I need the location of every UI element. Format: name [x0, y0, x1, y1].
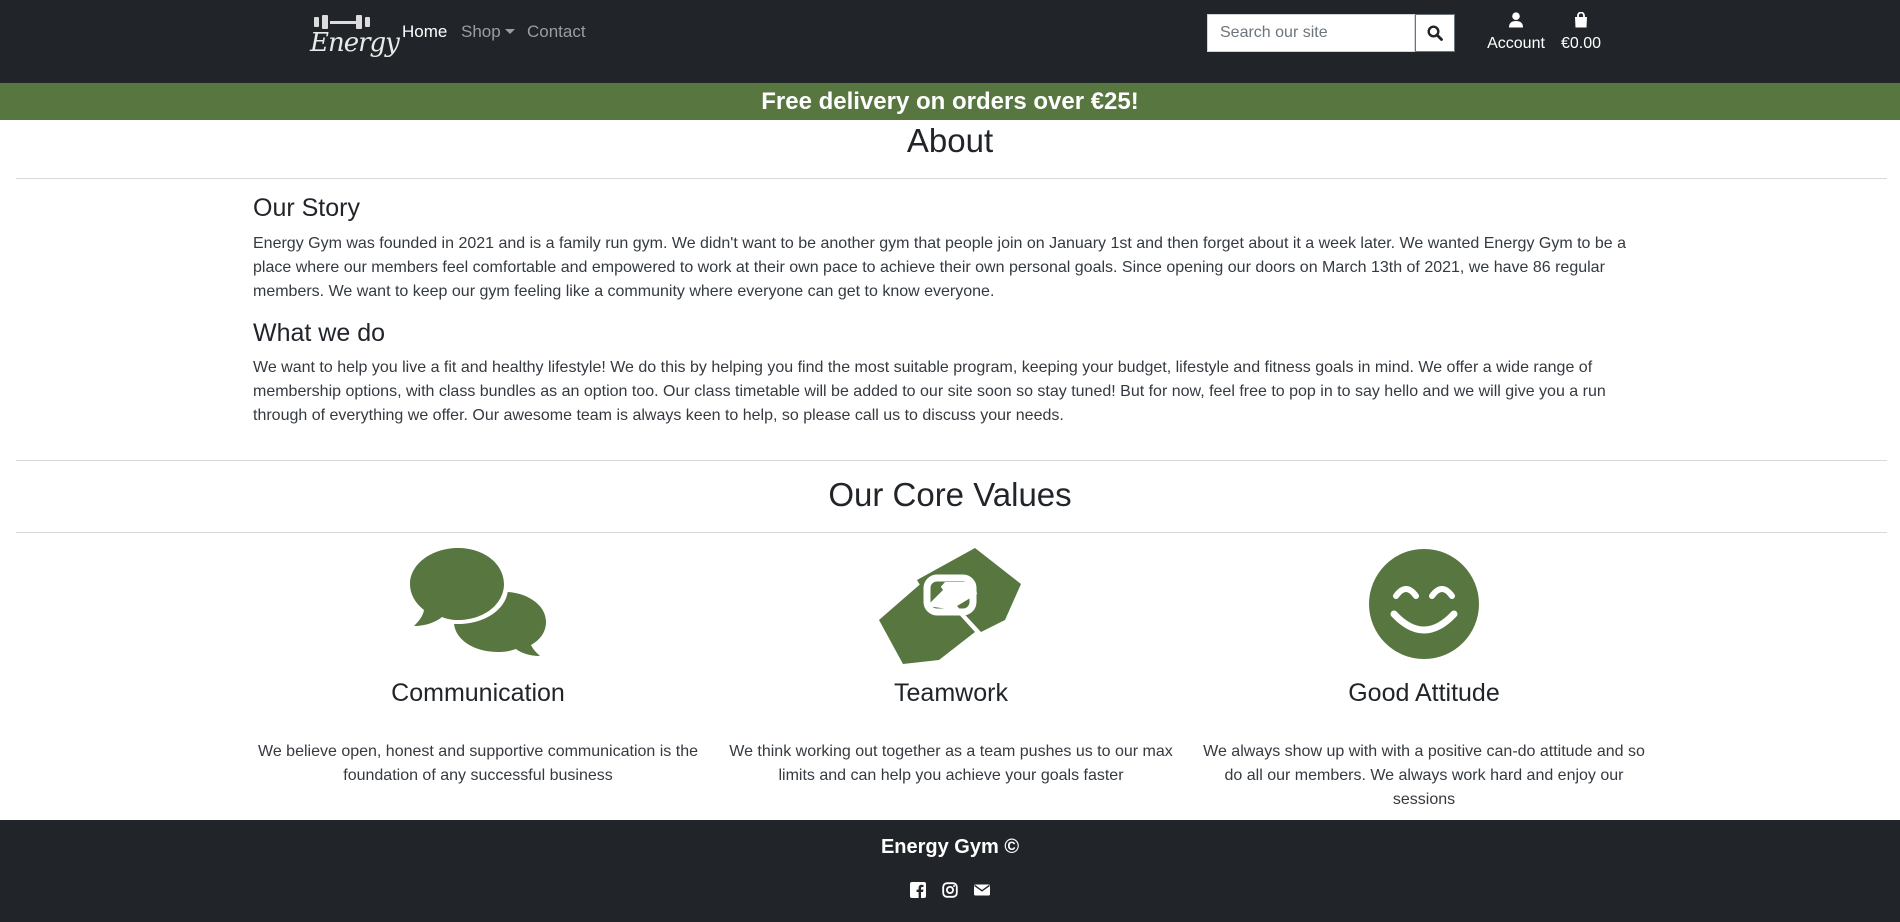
page-title: About [906, 122, 994, 159]
value-description: We think working out together as a team … [729, 743, 1173, 784]
account-link[interactable]: Account [1480, 12, 1552, 53]
dumbbell-icon [314, 17, 319, 27]
nav-shop-label: Shop [461, 22, 501, 41]
smile-icon [1369, 549, 1479, 659]
nav-home[interactable]: Home [402, 22, 447, 42]
search-input[interactable] [1207, 14, 1415, 52]
value-card-communication: Communication We believe open, honest an… [250, 548, 706, 788]
delivery-banner: Free delivery on orders over €25! [0, 83, 1900, 120]
facebook-link[interactable] [910, 882, 926, 900]
search-button[interactable] [1415, 14, 1455, 52]
search-icon [1427, 25, 1443, 41]
value-name: Teamwork [894, 679, 1008, 707]
caret-down-icon [504, 29, 515, 34]
social-links [910, 882, 990, 900]
divider [16, 460, 1887, 461]
logo-text: Energy [310, 28, 400, 58]
nav-contact[interactable]: Contact [527, 22, 586, 42]
account-label: Account [1487, 35, 1545, 52]
value-card-teamwork: Teamwork We think working out together a… [723, 548, 1179, 788]
value-description: We believe open, honest and supportive c… [258, 743, 698, 784]
envelope-icon [974, 884, 990, 896]
comments-icon [410, 548, 546, 656]
shopping-bag-icon [1575, 11, 1587, 28]
what-we-do-text: We want to help you live a fit and healt… [253, 359, 1606, 424]
nav-shop-dropdown[interactable]: Shop [461, 22, 515, 42]
our-story-text: Energy Gym was founded in 2021 and is a … [253, 235, 1627, 300]
divider [16, 178, 1887, 179]
what-we-do-heading: What we do [253, 319, 386, 347]
divider [16, 532, 1887, 533]
footer: Energy Gym © [0, 820, 1900, 922]
handshake-icon [879, 548, 1021, 664]
navbar: Energy Home Shop Contact Account €0.00 [0, 0, 1900, 83]
email-link[interactable] [974, 882, 990, 900]
cart-total: €0.00 [1560, 35, 1602, 52]
value-card-good-attitude: Good Attitude We always show up with wit… [1196, 548, 1652, 812]
footer-title: Energy Gym © [880, 836, 1020, 858]
value-name: Good Attitude [1348, 679, 1500, 707]
cart-link[interactable]: €0.00 [1556, 11, 1606, 53]
facebook-icon [910, 882, 926, 898]
value-name: Communication [391, 679, 565, 707]
user-icon [1509, 12, 1523, 28]
logo-link[interactable]: Energy [310, 12, 400, 58]
core-values-title: Our Core Values [828, 476, 1072, 513]
instagram-icon [942, 882, 958, 898]
value-description: We always show up with with a positive c… [1203, 743, 1645, 808]
instagram-link[interactable] [942, 882, 958, 900]
our-story-heading: Our Story [253, 194, 360, 222]
